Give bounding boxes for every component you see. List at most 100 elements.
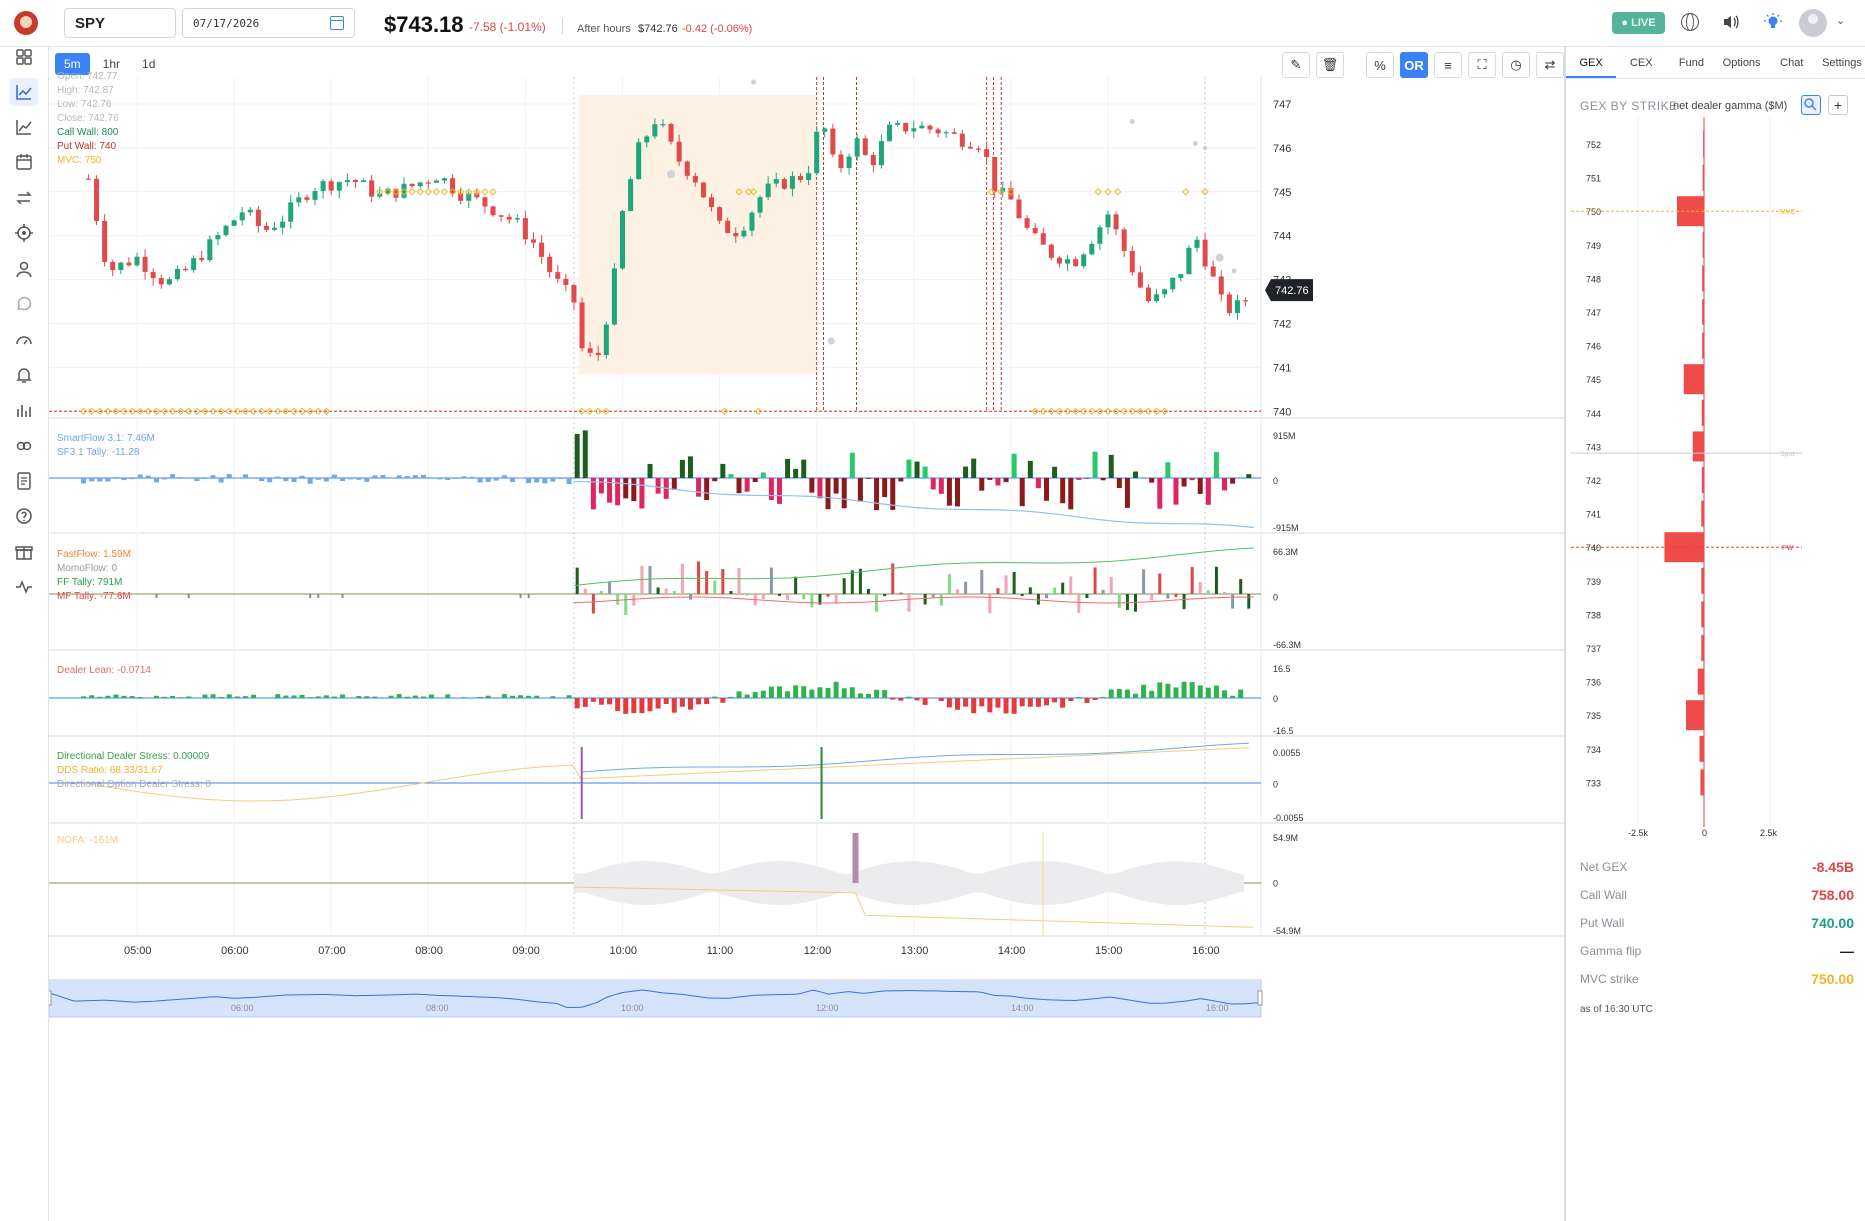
smartflow-bar — [340, 478, 346, 482]
swap-icon[interactable] — [10, 184, 38, 212]
document-icon[interactable] — [10, 467, 38, 495]
grid-icon[interactable] — [10, 43, 38, 71]
dealer-lean-bar — [1035, 698, 1041, 707]
gex-bar — [1700, 769, 1704, 796]
tab-fund[interactable]: Fund — [1666, 47, 1716, 78]
dealer-lean-bar — [841, 688, 847, 698]
ff-tally: FF Tally: 791M — [57, 577, 123, 588]
line-chart-icon[interactable] — [10, 78, 38, 106]
bell-icon[interactable] — [10, 361, 38, 389]
strike-label: 736 — [1586, 678, 1601, 688]
smartflow-bar — [493, 478, 499, 481]
smartflow-bar — [809, 478, 815, 493]
net-gex-row: Net GEX -8.45B — [1580, 859, 1854, 880]
smartflow-bar — [348, 478, 354, 480]
gift-icon[interactable] — [10, 538, 38, 566]
time-axis-label: 11:00 — [707, 945, 734, 957]
smartflow-bar — [971, 458, 977, 478]
menu-icon[interactable]: ≡ — [1434, 52, 1462, 78]
search-icon[interactable] — [1801, 95, 1821, 115]
dealer-lean-bar — [631, 698, 637, 714]
avatar[interactable] — [1799, 9, 1827, 37]
gex-bar — [1692, 431, 1704, 462]
chart-canvas[interactable]: OpenClose747746745744743742741740742.769… — [49, 77, 1564, 1221]
dealer-lean-bar — [1011, 698, 1017, 714]
clock-icon[interactable]: ◷ — [1502, 52, 1530, 78]
smartflow-bar — [275, 476, 281, 478]
add-button[interactable]: + — [1828, 95, 1848, 115]
gex-bar — [1702, 265, 1704, 292]
chat-icon[interactable] — [10, 290, 38, 318]
dealer-lean-bar — [712, 696, 718, 698]
live-badge[interactable]: ● LIVE — [1612, 12, 1665, 34]
dds-ratio-line — [83, 747, 1249, 802]
smartflow-bar — [752, 478, 758, 483]
globe-icon[interactable] — [1681, 13, 1699, 31]
smartflow-bar — [631, 478, 637, 502]
candle-body — [887, 124, 893, 142]
link-icon[interactable] — [10, 432, 38, 460]
candle-body — [1129, 250, 1135, 273]
smartflow-bar — [930, 478, 936, 490]
divider — [562, 18, 563, 34]
opening-range-button[interactable]: OR — [1400, 52, 1428, 78]
tab-cex[interactable]: CEX — [1616, 47, 1666, 78]
smartflow-legend: SmartFlow 3.1: 7.46M SF3.1 Tally: -11.28 — [57, 432, 155, 460]
smartflow-bar — [97, 478, 103, 482]
fastflow-bar — [608, 581, 612, 594]
smartflow-bar — [162, 478, 168, 480]
smartflow-bar — [825, 478, 831, 510]
gex-bar — [1699, 735, 1704, 762]
calendar-icon[interactable] — [10, 148, 38, 176]
candle-body — [239, 212, 245, 221]
smartflow-bar — [291, 478, 297, 483]
dealer-lean-bar — [307, 697, 313, 698]
smartflow-bar — [242, 474, 248, 478]
swap-icon[interactable]: ⇄ — [1536, 52, 1564, 78]
smartflow-bar — [914, 461, 920, 478]
smartflow-bar — [323, 478, 329, 482]
symbol-input[interactable]: SPY — [64, 8, 176, 38]
tab-options[interactable]: Options — [1717, 47, 1767, 78]
lightbulb-icon[interactable] — [1764, 13, 1782, 31]
fastflow-bar — [1069, 576, 1073, 594]
target-icon[interactable] — [10, 219, 38, 247]
timeframe-1d-button[interactable]: 1d — [133, 53, 164, 75]
speaker-icon[interactable] — [1722, 13, 1740, 31]
dealer-lean-bar — [186, 696, 192, 698]
smartflow-bar — [979, 478, 985, 491]
dealer-lean-bar — [1149, 690, 1155, 698]
trend-icon[interactable] — [10, 113, 38, 141]
dealer-lean-bar — [954, 698, 960, 710]
smartflow-bar — [1116, 478, 1122, 488]
tab-settings[interactable]: Settings — [1817, 47, 1865, 78]
person-icon[interactable] — [10, 255, 38, 283]
gex-bar — [1701, 467, 1704, 493]
calendar-icon[interactable] — [330, 16, 344, 30]
percent-button[interactable]: % — [1366, 52, 1394, 78]
tab-gex[interactable]: GEX — [1566, 47, 1617, 78]
fastflow-bar — [737, 568, 741, 594]
logo-icon[interactable] — [14, 11, 38, 35]
dealer-lean-bar — [906, 696, 912, 698]
dealer-lean-bar — [825, 687, 831, 698]
date-input[interactable]: 07/17/2026 — [182, 8, 355, 38]
candle-body — [1024, 218, 1030, 228]
gauge-icon[interactable] — [10, 326, 38, 354]
trash-icon[interactable]: 🗑 — [1316, 52, 1344, 78]
tab-chat[interactable]: Chat — [1767, 47, 1817, 78]
smartflow-bar — [1133, 471, 1139, 478]
chevron-down-icon[interactable]: ⌄ — [1836, 14, 1845, 27]
fullscreen-icon[interactable]: ⛶ — [1468, 52, 1496, 78]
gex-bar — [1701, 635, 1704, 661]
pulse-icon[interactable] — [10, 573, 38, 601]
candle-body — [911, 128, 917, 132]
strike-label: 741 — [1586, 510, 1601, 520]
strike-label: 738 — [1586, 610, 1601, 620]
panel-axis-label: -66.3M — [1273, 640, 1301, 650]
smartflow-bar — [1044, 478, 1050, 501]
bar-chart-icon[interactable] — [10, 396, 38, 424]
smartflow-bar — [1157, 478, 1163, 509]
pencil-icon[interactable]: ✎ — [1282, 52, 1310, 78]
help-icon[interactable] — [10, 502, 38, 530]
